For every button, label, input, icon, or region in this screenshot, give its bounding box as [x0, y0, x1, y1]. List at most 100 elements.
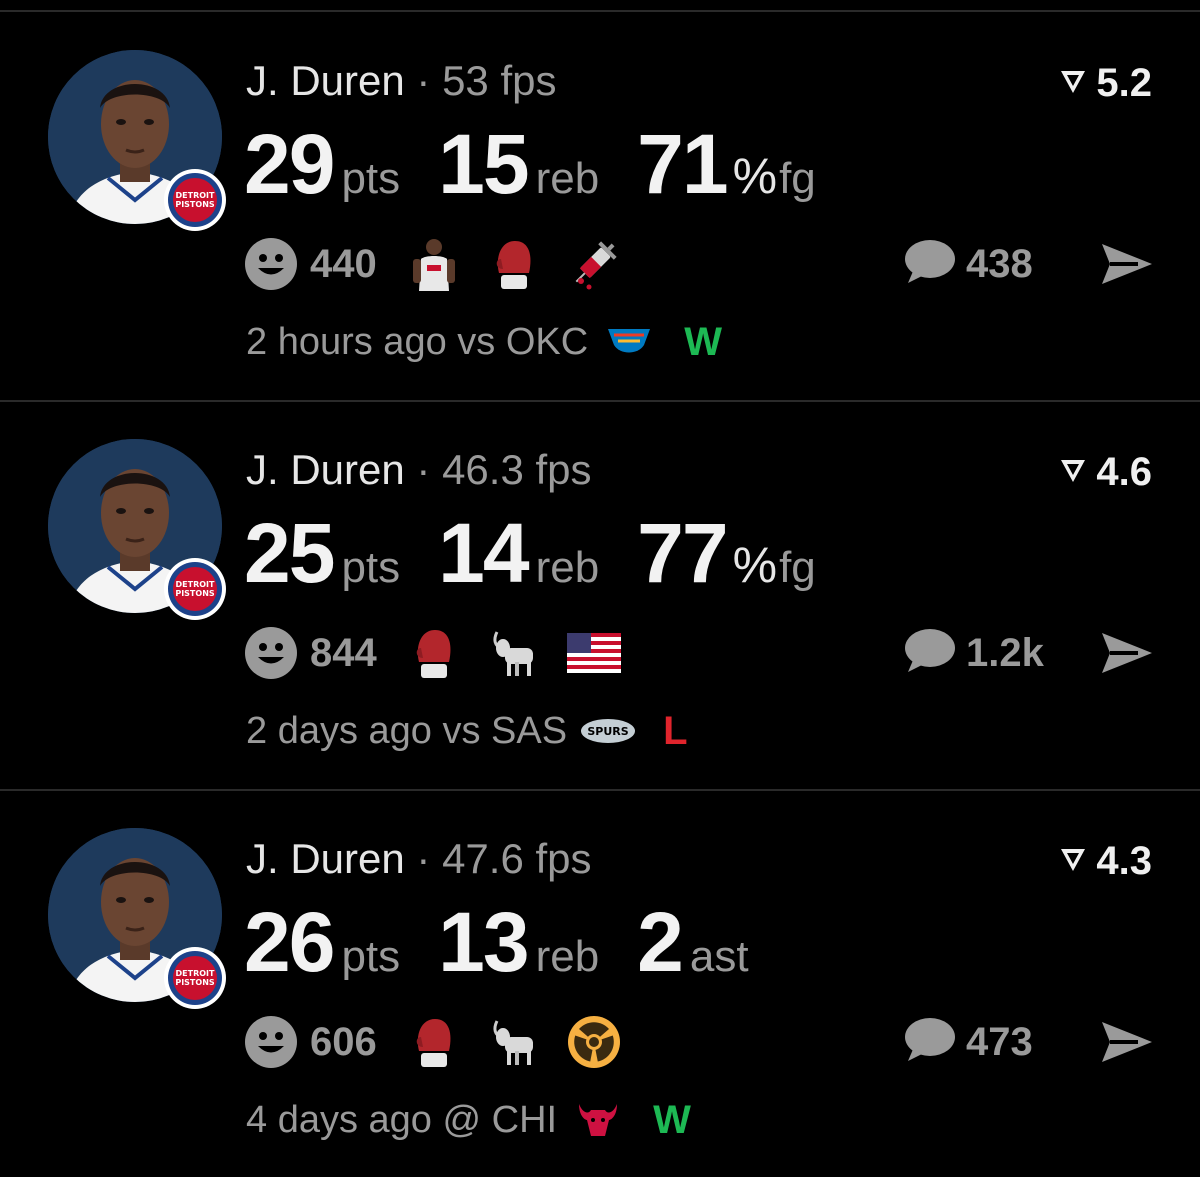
comments-button[interactable]: 473 — [900, 1014, 1033, 1070]
share-icon[interactable] — [1098, 625, 1154, 681]
opponent[interactable]: CHI — [492, 1099, 557, 1142]
rating: 5.2 — [1058, 58, 1152, 108]
opponent[interactable]: SAS — [491, 710, 567, 753]
rating-arrow-icon — [1058, 447, 1088, 497]
time-ago: 4 days ago — [246, 1098, 432, 1141]
stat-line: 25 pts 14 reb 77 % fg — [244, 505, 854, 601]
stat-unit: fg — [779, 543, 816, 592]
stat-unit: fg — [779, 154, 816, 203]
goat-icon — [487, 1015, 541, 1069]
rating-value: 4.3 — [1096, 839, 1152, 883]
team-logo-icon: DETROIT PISTONS — [164, 947, 226, 1009]
divider — [0, 10, 1200, 12]
stat-value: 2 — [637, 895, 684, 989]
stat-fg: 77 % fg — [637, 505, 816, 601]
venue: vs — [457, 320, 496, 363]
stat-fg: 71 % fg — [637, 116, 816, 212]
rating-arrow-icon — [1058, 836, 1088, 886]
separator: · — [416, 446, 431, 493]
stat-unit: pts — [341, 932, 401, 981]
syringe-icon — [567, 237, 621, 291]
separator: · — [416, 57, 431, 104]
player-name[interactable]: J. Duren — [246, 57, 405, 104]
comments-button[interactable]: 1.2k — [900, 625, 1044, 681]
game-info: 4 days ago @ CHI W — [246, 1094, 691, 1146]
team-badge-text: DETROIT — [175, 191, 215, 200]
comment-bubble-icon — [900, 237, 956, 292]
stat-unit: pts — [341, 543, 401, 592]
add-reaction-smiley-icon[interactable] — [244, 237, 298, 291]
share-icon[interactable] — [1098, 1014, 1154, 1070]
time-ago: 2 hours ago — [246, 320, 447, 363]
reactions[interactable]: 844 — [244, 625, 647, 681]
stat-unit: reb — [535, 932, 600, 981]
reactions-count: 606 — [310, 1019, 377, 1064]
fantasy-points: 46.3 fps — [442, 446, 592, 493]
reactions[interactable]: 440 — [244, 236, 647, 292]
stat-value: 14 — [438, 506, 529, 600]
team-logo-icon: DETROIT PISTONS — [164, 169, 226, 231]
boxing-glove-icon — [407, 626, 461, 680]
comment-bubble-icon — [900, 1015, 956, 1070]
stat-unit: reb — [535, 543, 600, 592]
venue: @ — [442, 1098, 482, 1141]
venue: vs — [442, 709, 481, 752]
reactions-count: 844 — [310, 630, 377, 675]
stat-pts: 25 pts — [244, 505, 400, 601]
stat-unit: pts — [341, 154, 401, 203]
player-card-icon — [407, 237, 461, 291]
rating: 4.3 — [1058, 836, 1152, 886]
player-header: J. Duren · 53 fps — [246, 56, 557, 106]
opponent-logo-icon: SPURS — [579, 710, 637, 752]
stat-reb: 15 reb — [438, 116, 599, 212]
team-badge-text: DETROIT — [175, 580, 215, 589]
stat-pts: 29 pts — [244, 116, 400, 212]
svg-text:SPURS: SPURS — [587, 725, 628, 738]
reactions[interactable]: 606 — [244, 1014, 647, 1070]
comments-count: 438 — [966, 241, 1033, 286]
radioactive-icon — [567, 1015, 621, 1069]
stat-pts: 26 pts — [244, 894, 400, 990]
player-name[interactable]: J. Duren — [246, 835, 405, 882]
stat-reb: 13 reb — [438, 894, 599, 990]
share-icon[interactable] — [1098, 236, 1154, 292]
stat-value: 15 — [438, 117, 529, 211]
stat-value: 29 — [244, 117, 335, 211]
stat-line: 26 pts 13 reb 2 ast — [244, 894, 787, 990]
team-badge-text: PISTONS — [175, 589, 215, 598]
game-card[interactable]: DETROIT PISTONS J. Duren · 47.6 fps 4.3 … — [0, 792, 1200, 1177]
opponent[interactable]: OKC — [506, 321, 588, 364]
comments-button[interactable]: 438 — [900, 236, 1033, 292]
game-card[interactable]: DETROIT PISTONS J. Duren · 46.3 fps 4.6 … — [0, 403, 1200, 791]
comments-count: 473 — [966, 1019, 1033, 1064]
stat-ast: 2 ast — [637, 894, 748, 990]
stat-value: 77 — [637, 506, 728, 600]
goat-icon — [487, 626, 541, 680]
game-info: 2 days ago vs SAS SPURS L — [246, 705, 688, 757]
reactions-count: 440 — [310, 241, 377, 286]
stat-percent-sign: % — [732, 148, 778, 204]
game-card[interactable]: DETROIT PISTONS J. Duren · 53 fps 5.2 29… — [0, 14, 1200, 402]
add-reaction-smiley-icon[interactable] — [244, 1015, 298, 1069]
stat-unit: reb — [535, 154, 600, 203]
stat-value: 25 — [244, 506, 335, 600]
stat-reb: 14 reb — [438, 505, 599, 601]
game-info: 2 hours ago vs OKC W — [246, 316, 722, 368]
rating-value: 5.2 — [1096, 61, 1152, 105]
fantasy-points: 53 fps — [442, 57, 557, 104]
separator: · — [416, 835, 431, 882]
comments-count: 1.2k — [966, 630, 1044, 675]
player-name[interactable]: J. Duren — [246, 446, 405, 493]
fantasy-points: 47.6 fps — [442, 835, 592, 882]
player-header: J. Duren · 46.3 fps — [246, 445, 592, 495]
us-flag-icon — [566, 626, 621, 680]
game-result: L — [663, 708, 688, 753]
boxing-glove-icon — [487, 237, 541, 291]
opponent-logo-icon — [569, 1099, 627, 1141]
player-header: J. Duren · 47.6 fps — [246, 834, 592, 884]
team-badge-text: PISTONS — [175, 978, 215, 987]
stat-value: 26 — [244, 895, 335, 989]
rating-arrow-icon — [1058, 58, 1088, 108]
add-reaction-smiley-icon[interactable] — [244, 626, 298, 680]
team-logo-icon: DETROIT PISTONS — [164, 558, 226, 620]
